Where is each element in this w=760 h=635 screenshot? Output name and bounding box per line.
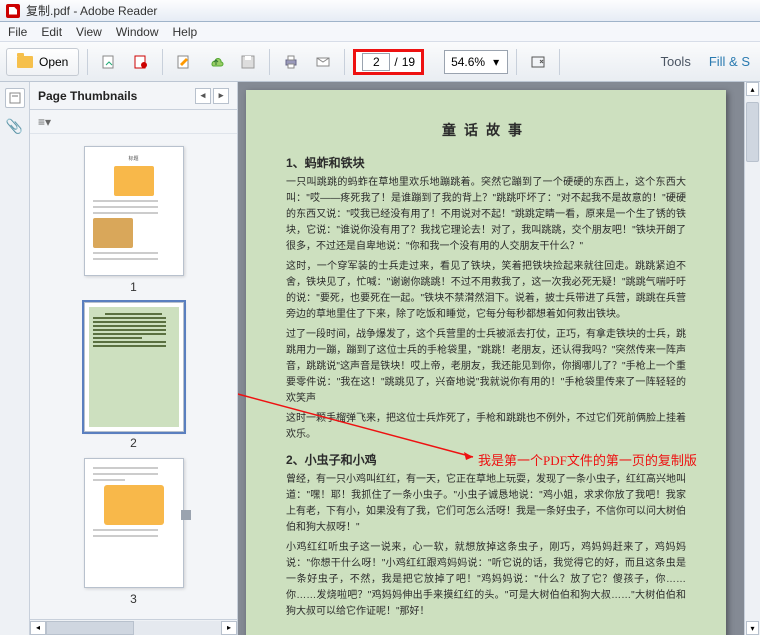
scroll-down-button[interactable]: ▾ xyxy=(746,621,759,635)
export-pdf-button[interactable] xyxy=(96,49,122,75)
document-vscroll[interactable]: ▴ ▾ xyxy=(744,82,760,635)
annotation-text: 我是第一个PDF文件的第一页的复制版 xyxy=(478,450,697,469)
doc-heading-1: 1、蚂蚱和铁块 xyxy=(286,154,686,171)
thumbnails-header: Page Thumbnails ◂ ▸ xyxy=(30,82,237,110)
attachments-tab[interactable]: 📎 xyxy=(6,118,23,135)
thumbnails-list: 标题 1 xyxy=(30,134,237,619)
workspace: 📎 Page Thumbnails ◂ ▸ ≡▾ 标题 1 xyxy=(0,82,760,635)
thumbnails-options-button[interactable]: ≡▾ xyxy=(38,115,51,129)
menu-edit[interactable]: Edit xyxy=(41,25,62,39)
scroll-right-button[interactable]: ▸ xyxy=(221,621,237,635)
read-mode-button[interactable] xyxy=(525,49,551,75)
menu-file[interactable]: File xyxy=(8,25,27,39)
pane-next-button[interactable]: ▸ xyxy=(213,88,229,104)
thumbnail-label-2: 2 xyxy=(130,436,137,450)
thumbnails-tab[interactable] xyxy=(5,88,25,108)
page-nav-box: / 19 xyxy=(353,49,424,75)
zoom-box[interactable]: 54.6% ▾ xyxy=(444,50,508,74)
thumbnail-page-1[interactable]: 标题 1 xyxy=(84,146,184,294)
menu-bar: File Edit View Window Help xyxy=(0,22,760,42)
thumbnail-page-3[interactable]: 3 xyxy=(84,458,184,606)
doc-paragraph: 一只叫跳跳的蚂蚱在草地里欢乐地蹦跳着。突然它蹦到了一个硬硬的东西上，这个东西大叫… xyxy=(286,175,686,255)
title-bar: 复制.pdf - Adobe Reader xyxy=(0,0,760,22)
cloud-button[interactable] xyxy=(203,49,229,75)
thumbnail-label-1: 1 xyxy=(130,280,137,294)
edit-button[interactable] xyxy=(171,49,197,75)
page-total: 19 xyxy=(402,55,415,69)
doc-paragraph: 小鸡红红听虫子这一说来，心一软，就想放掉这条虫子，刚巧，鸡妈妈赶来了，鸡妈妈说：… xyxy=(286,540,686,620)
menu-window[interactable]: Window xyxy=(116,25,159,39)
doc-paragraph: 曾经，有一只小鸡叫红红，有一天，它正在草地上玩耍，发现了一条小虫子，红红高兴地叫… xyxy=(286,472,686,536)
window-title: 复制.pdf - Adobe Reader xyxy=(26,2,157,19)
menu-help[interactable]: Help xyxy=(173,25,198,39)
thumbnail-page-2[interactable]: 2 xyxy=(84,302,184,450)
open-button[interactable]: Open xyxy=(6,48,79,76)
thumbnail-label-3: 3 xyxy=(130,592,137,606)
document-area: 童话故事 1、蚂蚱和铁块 一只叫跳跳的蚂蚱在草地里欢乐地蹦跳着。突然它蹦到了一个… xyxy=(238,82,760,635)
zoom-value: 54.6% xyxy=(451,55,485,69)
email-button[interactable] xyxy=(310,49,336,75)
document-viewport[interactable]: 童话故事 1、蚂蚱和铁块 一只叫跳跳的蚂蚱在草地里欢乐地蹦跳着。突然它蹦到了一个… xyxy=(238,82,744,635)
save-button[interactable] xyxy=(235,49,261,75)
print-button[interactable] xyxy=(278,49,304,75)
doc-paragraph: 过了一段时间，战争爆发了，这个兵营里的士兵被派去打仗，正巧，有拿走铁块的士兵，跳… xyxy=(286,327,686,407)
scroll-left-button[interactable]: ◂ xyxy=(30,621,46,635)
toolbar: Open / 19 54.6% ▾ Tools Fill & S xyxy=(0,42,760,82)
thumbnails-pane: Page Thumbnails ◂ ▸ ≡▾ 标题 1 xyxy=(30,82,238,635)
thumbnails-toolbar: ≡▾ xyxy=(30,110,237,134)
page-current-input[interactable] xyxy=(362,53,390,71)
document-page: 童话故事 1、蚂蚱和铁块 一只叫跳跳的蚂蚱在草地里欢乐地蹦跳着。突然它蹦到了一个… xyxy=(246,90,726,635)
pane-prev-button[interactable]: ◂ xyxy=(195,88,211,104)
doc-paragraph: 这时一颗手榴弹飞来，把这位士兵炸死了，手枪和跳跳也不例外，不过它们死前俩脸上挂着… xyxy=(286,411,686,443)
doc-paragraph: 这时，一个穿军装的士兵走过来，看见了铁块，笑着把铁块捡起来就往回走。跳跳紧迫不舍… xyxy=(286,259,686,323)
folder-icon xyxy=(17,56,33,68)
tools-link[interactable]: Tools xyxy=(660,54,690,69)
adobe-reader-icon xyxy=(6,4,20,18)
create-pdf-button[interactable] xyxy=(128,49,154,75)
thumbnails-hscroll[interactable]: ◂ ▸ xyxy=(30,619,237,635)
page-sep: / xyxy=(394,55,397,69)
nav-rail: 📎 xyxy=(0,82,30,635)
menu-view[interactable]: View xyxy=(76,25,102,39)
thumbnails-title: Page Thumbnails xyxy=(38,89,137,103)
doc-title: 童话故事 xyxy=(286,120,686,140)
chevron-down-icon: ▾ xyxy=(491,57,501,67)
open-label: Open xyxy=(39,55,68,69)
selection-grip[interactable] xyxy=(181,510,191,520)
scroll-up-button[interactable]: ▴ xyxy=(746,82,759,96)
fill-sign-link[interactable]: Fill & S xyxy=(709,54,750,69)
scroll-thumb[interactable] xyxy=(746,102,759,162)
